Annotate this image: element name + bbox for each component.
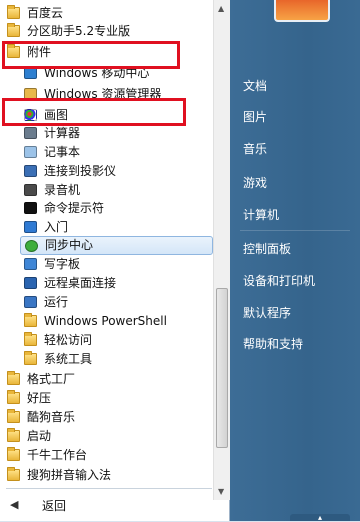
right-menu-item[interactable]: 帮助和支持: [243, 336, 303, 352]
program-item[interactable]: 百度云: [0, 4, 213, 23]
back-label: 返回: [42, 499, 67, 513]
scroll-down-icon[interactable]: ▼: [218, 488, 224, 496]
folder-icon: [7, 371, 20, 385]
right-menu-item[interactable]: 默认程序: [243, 305, 291, 321]
scroll-up-icon[interactable]: ▲: [218, 5, 224, 13]
right-menu-item[interactable]: 游戏: [243, 175, 267, 191]
folder-icon: [7, 409, 20, 423]
folder-icon: [24, 332, 37, 346]
program-label: 百度云: [27, 6, 64, 20]
folder-icon: [7, 5, 20, 19]
program-item[interactable]: 酷狗音乐: [0, 408, 213, 427]
calculator-icon: [24, 127, 37, 139]
folder-icon: [24, 313, 37, 327]
wordpad-icon: [24, 258, 37, 270]
right-menu-item[interactable]: 计算机: [243, 207, 279, 223]
program-label: 记事本: [44, 145, 81, 159]
program-item[interactable]: 入门: [0, 218, 213, 237]
folder-icon: [7, 447, 20, 461]
program-label: 酷狗音乐: [27, 410, 76, 424]
program-item[interactable]: 录音机: [0, 181, 213, 200]
program-label: 搜狗拼音输入法: [27, 468, 112, 482]
program-item[interactable]: 系统工具: [0, 350, 213, 369]
program-item[interactable]: 运行: [0, 293, 213, 312]
program-label: 远程桌面连接: [44, 276, 117, 290]
scroll-thumb[interactable]: [216, 288, 228, 448]
program-label: 格式工厂: [27, 372, 76, 386]
folder-icon: [7, 23, 20, 37]
program-label: 运行: [44, 295, 69, 309]
projector-icon: [24, 165, 37, 177]
back-arrow-icon: ◀: [10, 498, 19, 511]
right-menu-item[interactable]: 图片: [243, 109, 267, 125]
program-item[interactable]: 远程桌面连接: [0, 274, 213, 293]
shutdown-arrow-icon[interactable]: ▴: [290, 514, 350, 522]
highlight-box-paint: [2, 98, 186, 126]
program-item[interactable]: 分区助手5.2专业版: [0, 22, 213, 41]
cmd-icon: [24, 202, 37, 214]
right-menu-item[interactable]: 控制面板: [243, 241, 291, 257]
user-avatar[interactable]: [274, 0, 330, 22]
program-item[interactable]: 写字板: [0, 255, 213, 274]
folder-icon: [24, 351, 37, 365]
sync-center-icon: [25, 240, 38, 252]
program-label: 录音机: [44, 183, 81, 197]
divider: [6, 488, 212, 489]
program-item[interactable]: 轻松访问: [0, 331, 213, 350]
program-label: 连接到投影仪: [44, 164, 117, 178]
highlight-box-accessories: [2, 41, 180, 69]
program-item[interactable]: 连接到投影仪: [0, 162, 213, 181]
programs-panel: 百度云 分区助手5.2专业版 附件 Windows 移动中心 Windows 资源管理器…: [0, 0, 230, 521]
program-label: 计算器: [44, 126, 81, 140]
program-label: 好压: [27, 391, 52, 405]
right-menu-item[interactable]: 设备和打印机: [243, 273, 315, 289]
program-item[interactable]: 同步中心: [20, 236, 213, 255]
program-label: 启动: [27, 429, 52, 443]
program-item[interactable]: 启动: [0, 427, 213, 446]
program-item[interactable]: 千牛工作台: [0, 446, 213, 465]
program-item[interactable]: 计算器: [0, 124, 213, 143]
back-button[interactable]: ◀ 返回: [0, 492, 213, 518]
program-label: 系统工具: [44, 352, 93, 366]
program-item[interactable]: 记事本: [0, 143, 213, 162]
right-panel: 文档图片音乐游戏计算机控制面板设备和打印机 默认程序帮助和支持 ▴: [230, 0, 360, 522]
right-menu-item[interactable]: 音乐: [243, 141, 267, 157]
divider: [240, 230, 350, 231]
program-item[interactable]: 命令提示符: [0, 199, 213, 218]
program-item[interactable]: 好压: [0, 389, 213, 408]
program-label: 轻松访问: [44, 333, 93, 347]
program-label: 千牛工作台: [27, 448, 88, 462]
run-icon: [24, 296, 37, 308]
getting-started-icon: [24, 221, 37, 233]
scrollbar[interactable]: ▲ ▼: [213, 0, 230, 500]
program-label: 入门: [44, 220, 69, 234]
folder-icon: [7, 390, 20, 404]
program-label: 同步中心: [45, 238, 94, 252]
program-item[interactable]: 格式工厂: [0, 370, 213, 389]
notepad-icon: [24, 146, 37, 158]
folder-icon: [7, 428, 20, 442]
program-label: Windows PowerShell: [44, 314, 167, 328]
program-item[interactable]: Windows PowerShell: [0, 312, 213, 331]
program-item[interactable]: 搜狗拼音输入法: [0, 466, 213, 485]
folder-icon: [7, 467, 20, 481]
remote-desktop-icon: [24, 277, 37, 289]
program-label: 分区助手5.2专业版: [27, 24, 131, 38]
program-label: 命令提示符: [44, 201, 105, 215]
program-label: 写字板: [44, 257, 81, 271]
microphone-icon: [24, 184, 37, 196]
right-menu-item[interactable]: 文档: [243, 78, 267, 94]
